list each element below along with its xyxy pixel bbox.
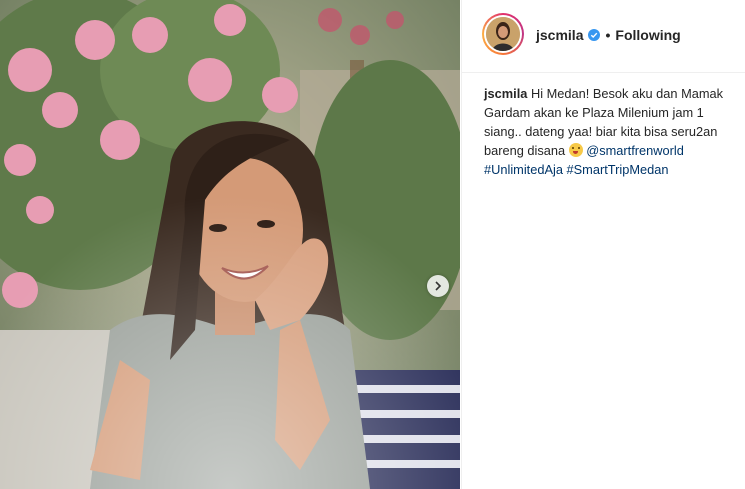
story-ring[interactable] bbox=[482, 13, 524, 55]
verified-badge-icon bbox=[588, 29, 601, 41]
instagram-post: jscmila • Following jscmila Hi Medan! Be… bbox=[0, 0, 745, 489]
post-sidebar: jscmila • Following jscmila Hi Medan! Be… bbox=[461, 0, 745, 489]
header-text: jscmila • Following bbox=[536, 27, 681, 43]
post-caption: jscmila Hi Medan! Besok aku dan Mamak Ga… bbox=[484, 84, 734, 179]
post-header: jscmila • Following bbox=[462, 0, 745, 73]
separator-dot: • bbox=[605, 27, 611, 43]
mention-link[interactable]: @smartfrenworld bbox=[586, 143, 684, 158]
hashtag-link[interactable]: #UnlimitedAja bbox=[484, 162, 563, 177]
avatar-image bbox=[486, 17, 520, 51]
avatar-border bbox=[484, 15, 522, 53]
chevron-right-icon bbox=[435, 281, 442, 291]
hashtag-link[interactable]: #SmartTripMedan bbox=[567, 162, 669, 177]
following-button[interactable]: Following bbox=[615, 27, 680, 43]
next-photo-button[interactable] bbox=[427, 275, 449, 297]
avatar bbox=[486, 17, 520, 51]
caption-username[interactable]: jscmila bbox=[484, 86, 527, 101]
username-link[interactable]: jscmila bbox=[536, 27, 583, 43]
post-photo[interactable] bbox=[0, 0, 460, 489]
smiling-emoji-icon bbox=[568, 143, 583, 157]
photo-illustration bbox=[0, 0, 460, 489]
